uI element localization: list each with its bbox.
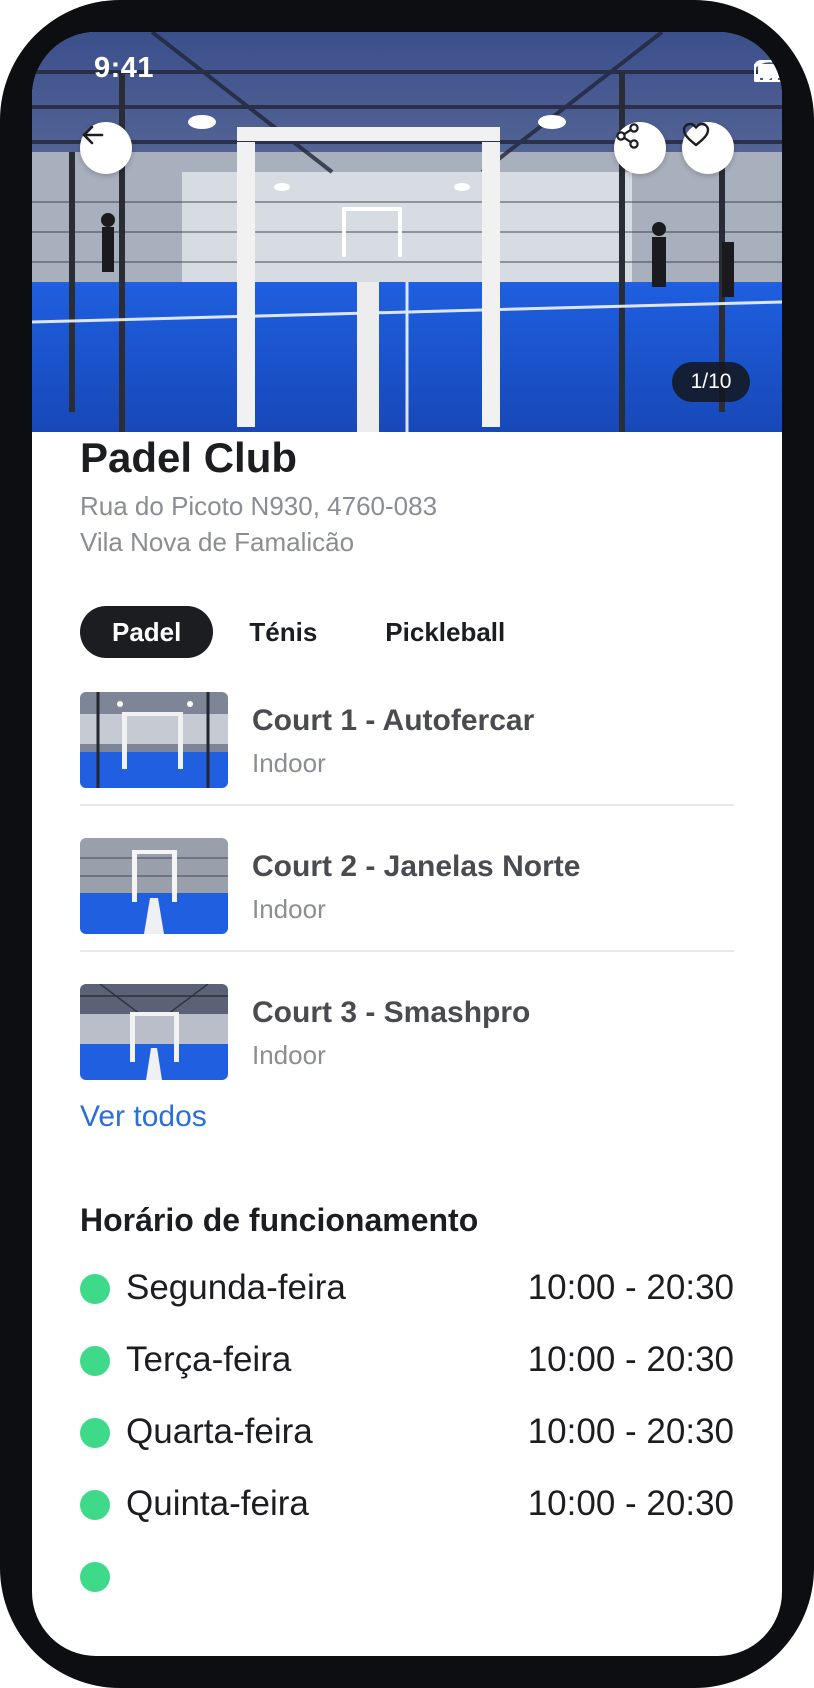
court-name: Court 3 - Smashpro xyxy=(252,996,531,1029)
day-label: Segunda-feira xyxy=(126,1268,346,1307)
tab-tenis[interactable]: Ténis xyxy=(213,606,355,658)
court-thumbnail xyxy=(80,838,228,934)
court-item[interactable]: Court 2 - Janelas Norte Indoor xyxy=(80,806,734,952)
see-all-link[interactable]: Ver todos xyxy=(80,1100,207,1134)
venue-address: Rua do Picoto N930, 4760-083 Vila Nova d… xyxy=(80,488,437,560)
status-bar: 9:41 xyxy=(32,32,782,102)
share-button[interactable] xyxy=(614,122,666,174)
heart-icon xyxy=(682,122,710,147)
court-thumbnail xyxy=(80,984,228,1080)
court-type: Indoor xyxy=(252,894,326,924)
tab-padel[interactable]: Padel xyxy=(80,606,214,658)
court-name: Court 1 - Autofercar xyxy=(252,704,535,737)
address-line-1: Rua do Picoto N930, 4760-083 xyxy=(80,491,438,521)
share-icon xyxy=(616,123,639,149)
hours-row: Quarta-feira 10:00 - 20:30 xyxy=(80,1398,734,1470)
arrow-left-icon xyxy=(82,125,104,145)
time-range: 10:00 - 20:30 xyxy=(527,1412,734,1451)
hours-row: Quinta-feira 10:00 - 20:30 xyxy=(80,1470,734,1542)
open-status-dot xyxy=(80,1490,110,1520)
court-type: Indoor xyxy=(252,1040,326,1070)
day-label: Quarta-feira xyxy=(126,1412,313,1451)
opening-hours-title: Horário de funcionamento xyxy=(80,1202,479,1238)
battery-icon xyxy=(754,60,782,82)
tab-pickleball[interactable]: Pickleball xyxy=(355,606,535,658)
time-range: 10:00 - 20:30 xyxy=(527,1340,734,1379)
address-line-2: Vila Nova de Famalicão xyxy=(80,527,355,557)
venue-name: Padel Club xyxy=(80,434,298,481)
phone-frame: 9:41 1/10 Padel Club Rua do Picoto N930,… xyxy=(0,0,814,1688)
court-type: Indoor xyxy=(252,748,326,778)
court-thumbnail xyxy=(80,692,228,788)
open-status-dot xyxy=(80,1346,110,1376)
court-list: Court 1 - Autofercar Indoor Court 2 - Ja… xyxy=(80,660,734,1098)
court-item[interactable]: Court 1 - Autofercar Indoor xyxy=(80,660,734,806)
back-button[interactable] xyxy=(80,122,132,174)
screen: 9:41 1/10 Padel Club Rua do Picoto N930,… xyxy=(32,32,782,1656)
hours-row: Terça-feira 10:00 - 20:30 xyxy=(80,1326,734,1398)
day-label: Terça-feira xyxy=(126,1340,292,1379)
hours-row-partial xyxy=(80,1542,734,1614)
venue-photo[interactable]: 9:41 1/10 xyxy=(32,32,782,432)
open-status-dot xyxy=(80,1562,110,1592)
open-status-dot xyxy=(80,1274,110,1304)
day-label: Quinta-feira xyxy=(126,1484,309,1523)
time-range: 10:00 - 20:30 xyxy=(527,1484,734,1523)
favorite-button[interactable] xyxy=(682,122,734,174)
court-name: Court 2 - Janelas Norte xyxy=(252,850,581,883)
photo-counter: 1/10 xyxy=(672,362,750,402)
opening-hours-list: Segunda-feira 10:00 - 20:30 Terça-feira … xyxy=(80,1254,734,1614)
sport-tabs: Padel Ténis Pickleball xyxy=(80,606,535,658)
time-range: 10:00 - 20:30 xyxy=(527,1268,734,1307)
status-time: 9:41 xyxy=(94,52,155,84)
open-status-dot xyxy=(80,1418,110,1448)
hours-row: Segunda-feira 10:00 - 20:30 xyxy=(80,1254,734,1326)
court-item[interactable]: Court 3 - Smashpro Indoor xyxy=(80,952,734,1098)
